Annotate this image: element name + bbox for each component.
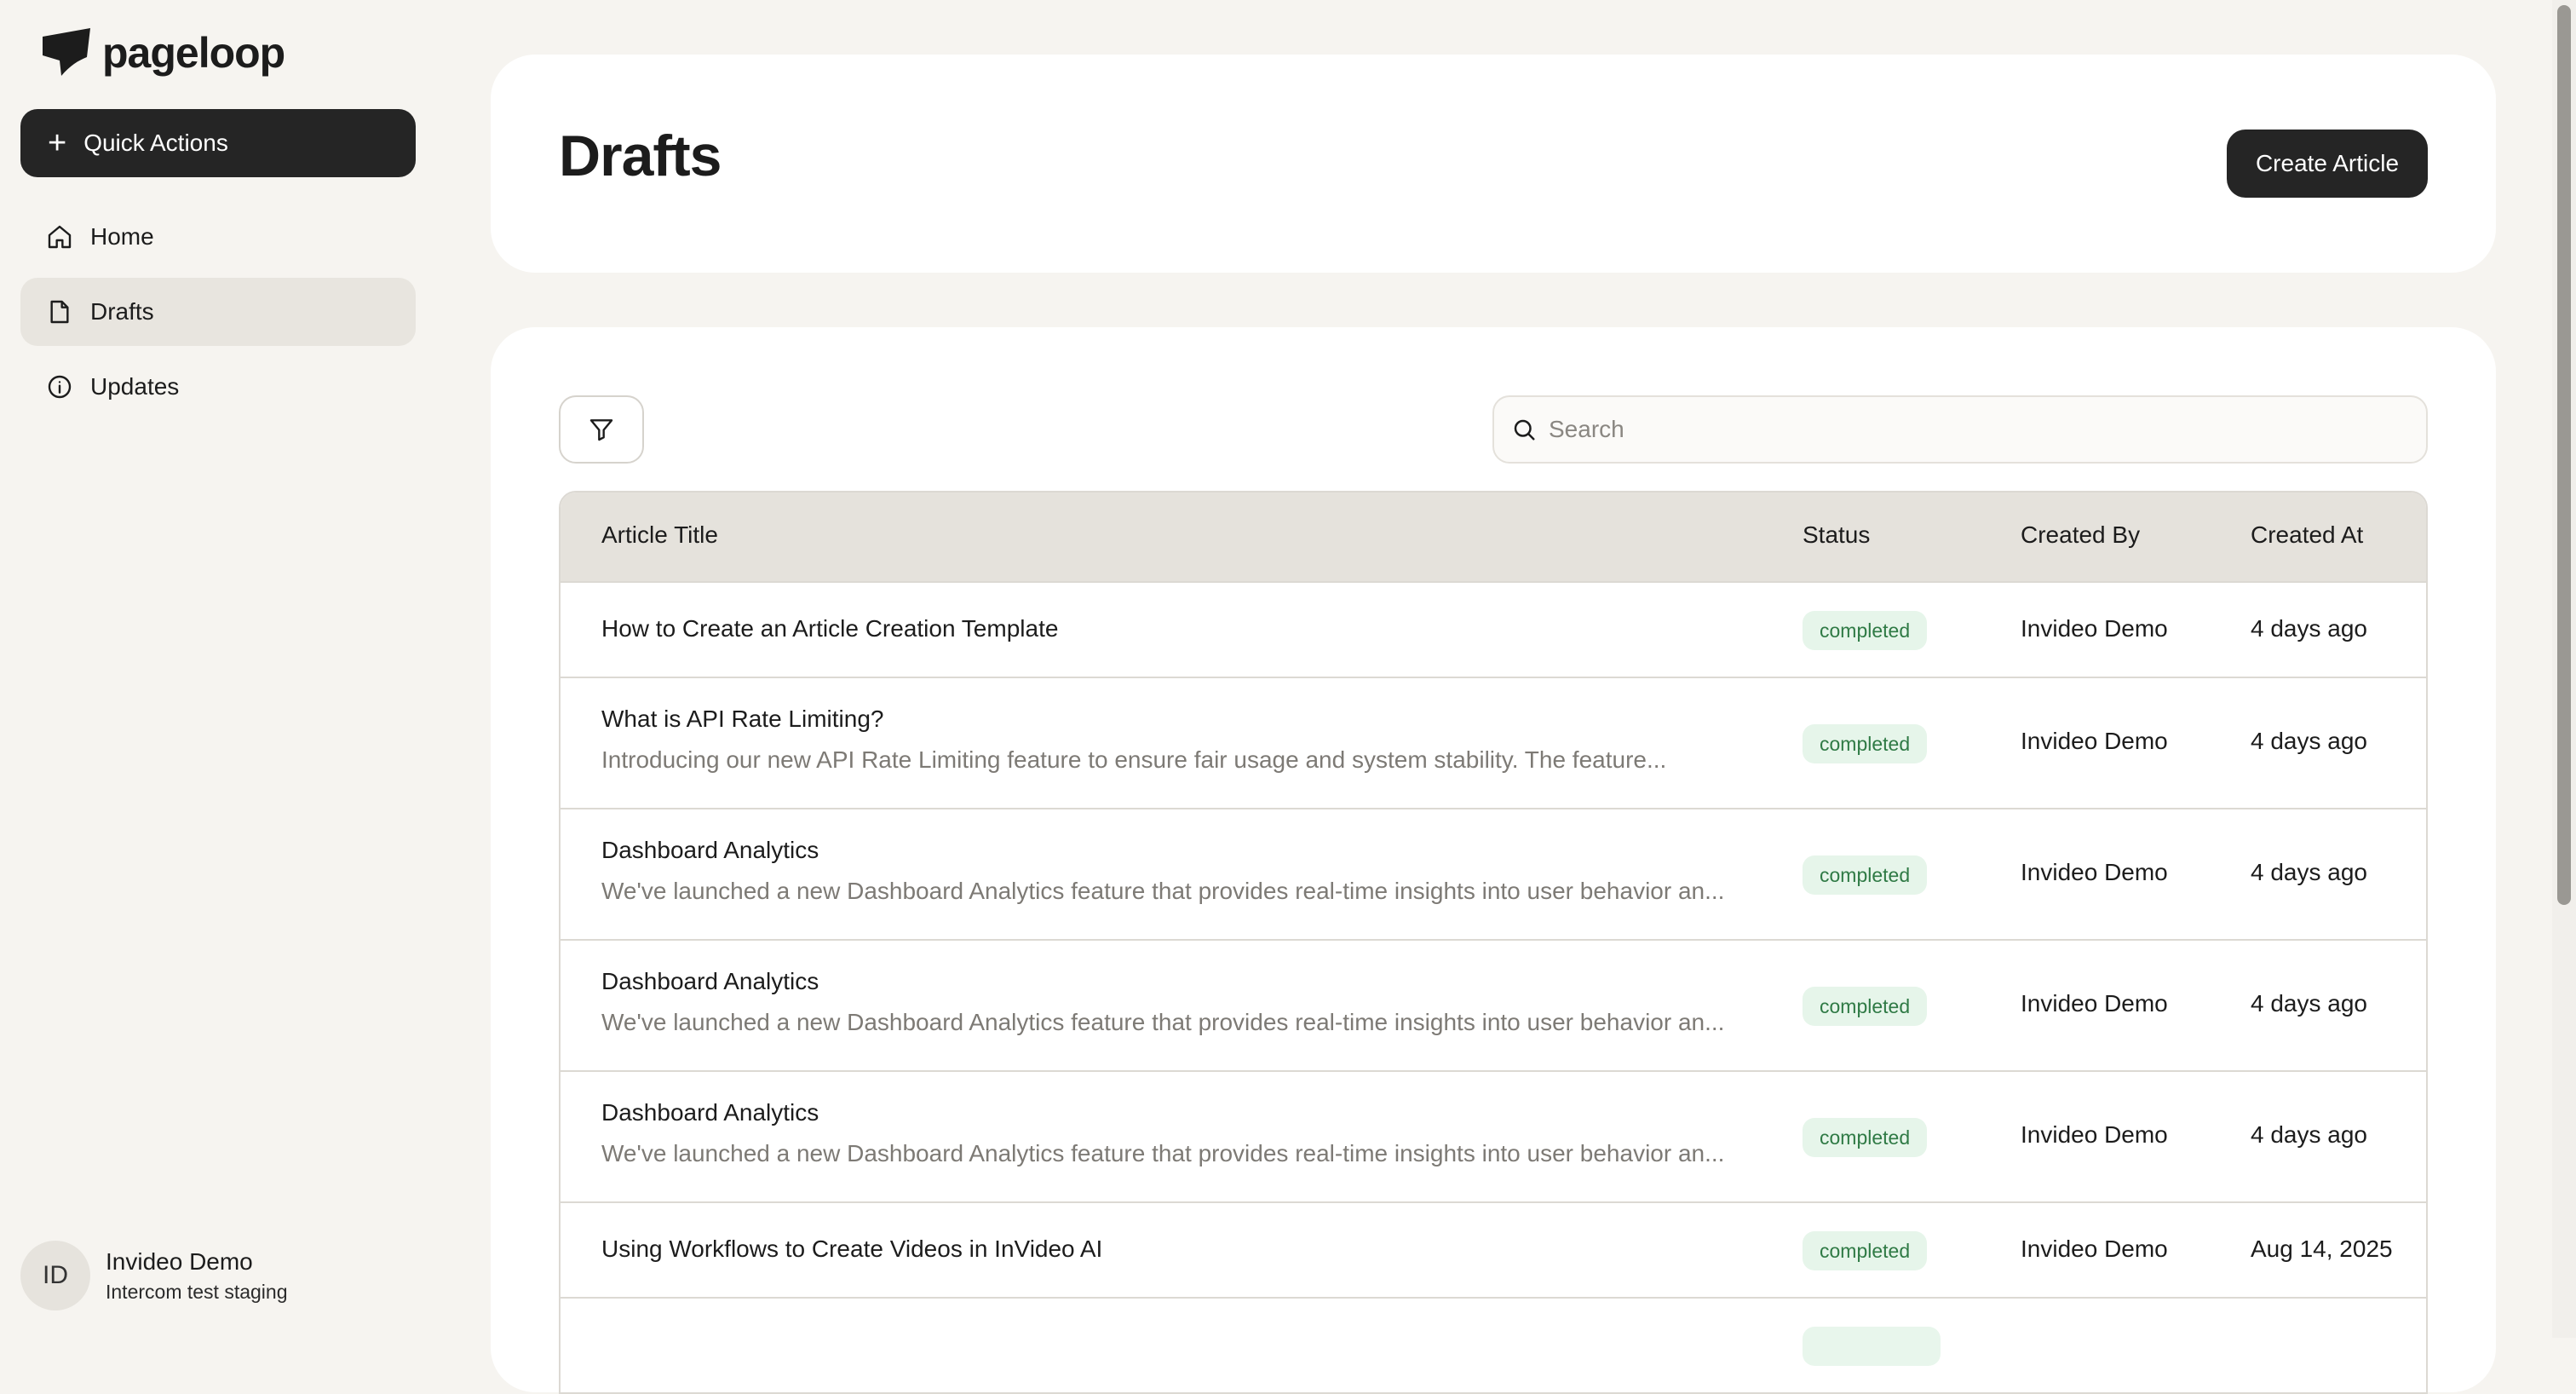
home-icon xyxy=(48,225,72,249)
user-profile[interactable]: ID Invideo Demo Intercom test staging xyxy=(20,1241,288,1310)
sidebar-item-home[interactable]: Home xyxy=(20,203,416,271)
drafts-table: Article Title Status Created By Created … xyxy=(559,491,2428,1394)
column-header-created-by[interactable]: Created By xyxy=(2021,521,2140,549)
created-by: Invideo Demo xyxy=(2021,859,2168,885)
created-by: Invideo Demo xyxy=(2021,1236,2168,1262)
created-at: 4 days ago xyxy=(2251,615,2367,642)
logo[interactable]: pageloop xyxy=(41,26,285,80)
table-row[interactable]: Using Workflows to Create Videos in InVi… xyxy=(561,1201,2426,1297)
table-row[interactable]: Dashboard Analytics We've launched a new… xyxy=(561,1070,2426,1201)
created-at: 4 days ago xyxy=(2251,859,2367,885)
sidebar: pageloop + Quick Actions Home Drafts Upd… xyxy=(0,0,436,1338)
create-article-button[interactable]: Create Article xyxy=(2227,130,2428,198)
article-title: How to Create an Article Creation Templa… xyxy=(601,615,1059,642)
table-row[interactable]: Dashboard Analytics We've launched a new… xyxy=(561,939,2426,1070)
logo-text: pageloop xyxy=(102,29,285,77)
created-at: 4 days ago xyxy=(2251,990,2367,1017)
article-excerpt: We've launched a new Dashboard Analytics… xyxy=(601,1009,1725,1035)
header-card: Drafts Create Article xyxy=(491,55,2496,273)
status-badge: completed xyxy=(1803,855,1928,895)
status-badge: completed xyxy=(1803,1231,1928,1270)
filter-button[interactable] xyxy=(559,395,644,464)
table-row[interactable]: What is API Rate Limiting? Introducing o… xyxy=(561,677,2426,808)
search-box xyxy=(1492,395,2428,464)
page-scrollbar[interactable] xyxy=(2552,0,2576,1338)
article-title: Dashboard Analytics xyxy=(601,1099,819,1126)
status-badge: completed xyxy=(1803,987,1928,1026)
table-row-partial[interactable] xyxy=(561,1297,2426,1392)
sidebar-item-updates[interactable]: Updates xyxy=(20,353,416,421)
article-title: Dashboard Analytics xyxy=(601,968,819,994)
pageloop-logo-icon xyxy=(43,28,90,76)
created-at: 4 days ago xyxy=(2251,1121,2367,1148)
created-by: Invideo Demo xyxy=(2021,990,2168,1017)
file-icon xyxy=(50,300,69,324)
filter-icon xyxy=(589,419,613,441)
column-header-created-at[interactable]: Created At xyxy=(2251,521,2363,549)
user-name: Invideo Demo xyxy=(106,1247,253,1275)
article-excerpt: Introducing our new API Rate Limiting fe… xyxy=(601,746,1667,773)
scrollbar-thumb[interactable] xyxy=(2557,5,2571,905)
user-info: Invideo Demo Intercom test staging xyxy=(106,1248,288,1304)
status-badge: completed xyxy=(1803,1118,1928,1157)
sidebar-item-label: Home xyxy=(90,223,154,250)
column-header-status[interactable]: Status xyxy=(1803,521,1870,549)
article-title: Dashboard Analytics xyxy=(601,837,819,863)
article-title: Using Workflows to Create Videos in InVi… xyxy=(601,1236,1103,1262)
status-badge: completed xyxy=(1803,724,1928,763)
quick-actions-label: Quick Actions xyxy=(83,130,228,156)
plus-icon: + xyxy=(48,125,67,161)
drafts-table-card: Article Title Status Created By Created … xyxy=(491,327,2496,1394)
avatar: ID xyxy=(20,1241,90,1310)
quick-actions-button[interactable]: + Quick Actions xyxy=(20,109,416,177)
info-icon xyxy=(48,375,72,399)
sidebar-item-drafts[interactable]: Drafts xyxy=(20,278,416,346)
article-title: What is API Rate Limiting? xyxy=(601,706,884,732)
table-row[interactable]: Dashboard Analytics We've launched a new… xyxy=(561,808,2426,939)
article-excerpt: We've launched a new Dashboard Analytics… xyxy=(601,878,1725,904)
search-icon xyxy=(1514,419,1535,441)
search-input[interactable] xyxy=(1549,416,2426,443)
column-header-title[interactable]: Article Title xyxy=(601,521,718,549)
table-header: Article Title Status Created By Created … xyxy=(561,493,2426,581)
created-by: Invideo Demo xyxy=(2021,615,2168,642)
created-at: 4 days ago xyxy=(2251,728,2367,754)
status-badge xyxy=(1803,1327,1941,1366)
article-excerpt: We've launched a new Dashboard Analytics… xyxy=(601,1140,1725,1166)
user-org: Intercom test staging xyxy=(106,1280,288,1303)
sidebar-item-label: Drafts xyxy=(90,298,154,325)
table-row[interactable]: How to Create an Article Creation Templa… xyxy=(561,581,2426,677)
created-by: Invideo Demo xyxy=(2021,728,2168,754)
created-at: Aug 14, 2025 xyxy=(2251,1236,2393,1262)
page-title: Drafts xyxy=(559,124,722,188)
sidebar-nav: Home Drafts Updates xyxy=(20,203,416,428)
status-badge: completed xyxy=(1803,611,1928,650)
sidebar-item-label: Updates xyxy=(90,373,180,400)
created-by: Invideo Demo xyxy=(2021,1121,2168,1148)
